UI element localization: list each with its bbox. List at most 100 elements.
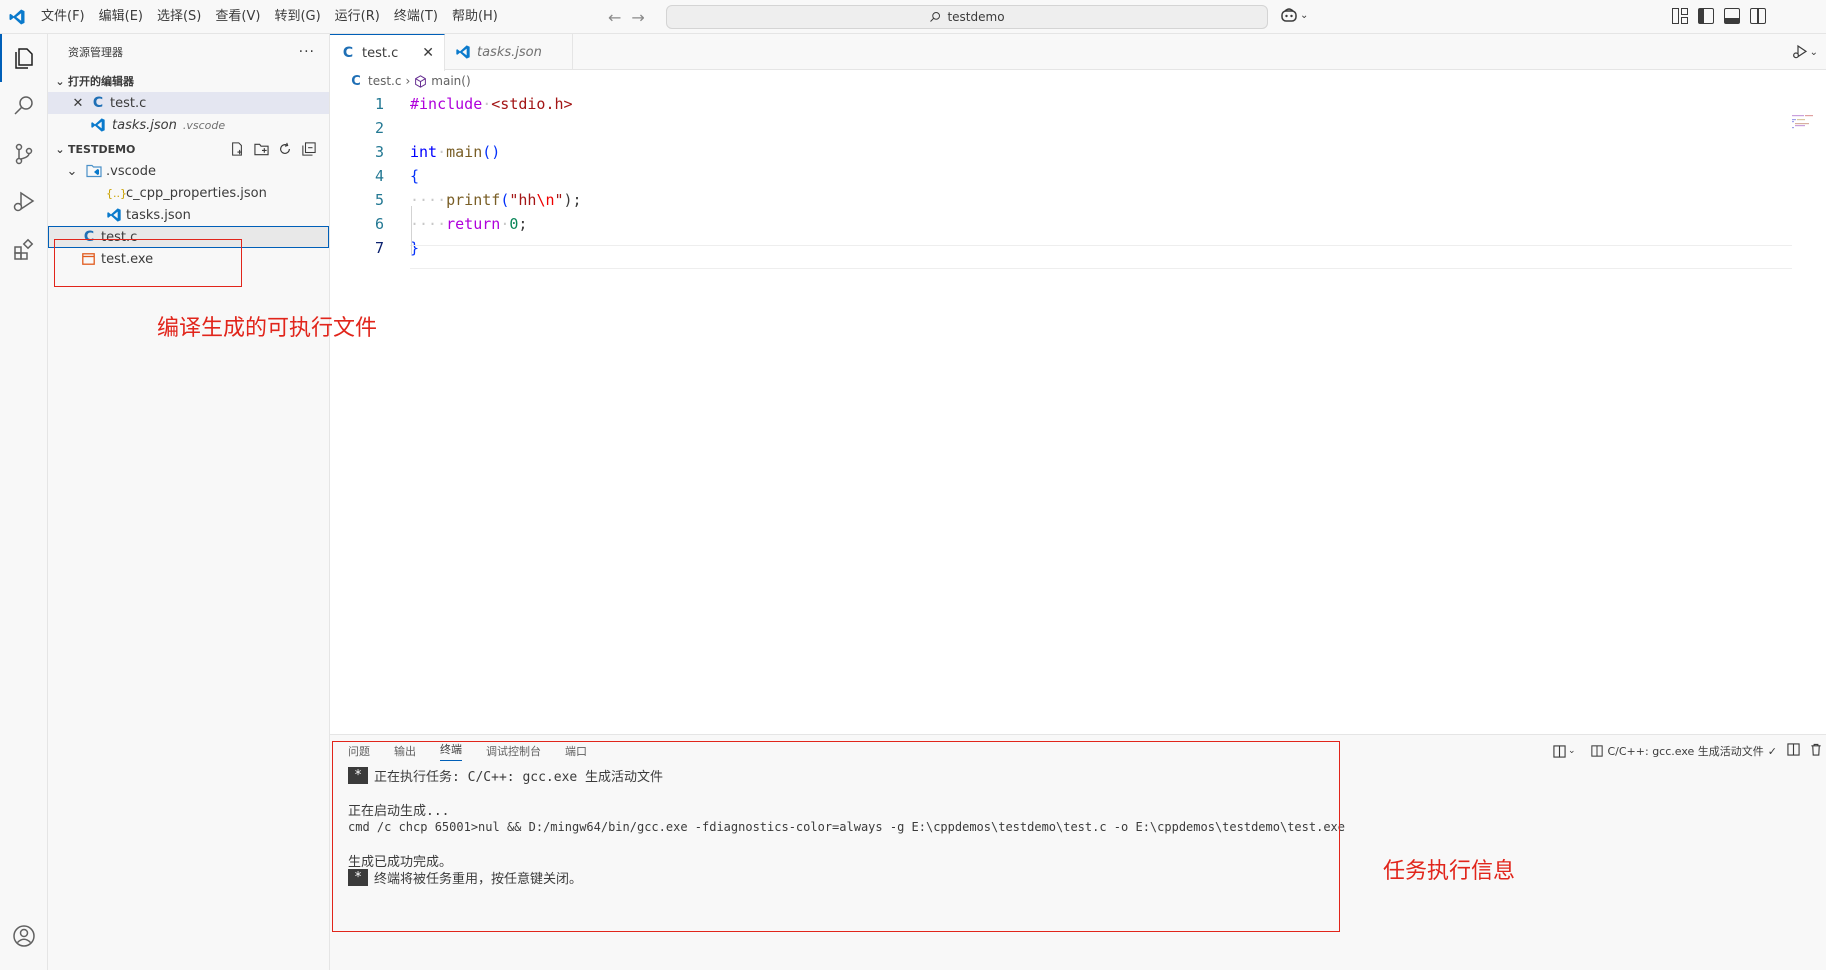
open-editor-name: test.c <box>110 95 147 111</box>
trash-icon[interactable] <box>1810 743 1822 759</box>
breadcrumb: C test.c › main() <box>330 70 1826 92</box>
code-line: 1 #include · <stdio.h> <box>330 92 1826 116</box>
c-file-icon: C <box>92 95 104 111</box>
new-file-icon[interactable] <box>229 141 245 157</box>
menu-selection[interactable]: 选择(S) <box>150 0 208 34</box>
menu-help[interactable]: 帮助(H) <box>445 0 505 34</box>
file-row[interactable]: tasks.json <box>48 204 329 226</box>
menu-terminal[interactable]: 终端(T) <box>387 0 445 34</box>
c-file-icon: C <box>342 45 354 61</box>
code-editor[interactable]: 1 #include · <stdio.h> 2 3 int · main() 4 { … <box>330 92 1826 269</box>
back-arrow-icon[interactable]: ← <box>608 8 621 27</box>
folder-row[interactable]: ⌄ .vscode <box>48 160 329 182</box>
code-line: 2 <box>330 116 1826 140</box>
code-token: ; <box>518 215 528 233</box>
editor-tabs: C test.c ✕ tasks.json ⌄ <box>330 34 1826 71</box>
open-editors-header[interactable]: ⌄ 打开的编辑器 <box>48 70 329 92</box>
open-editor-item[interactable]: tasks.json .vscode <box>48 114 329 136</box>
project-header[interactable]: ⌄ TESTDEMO <box>48 138 329 160</box>
tab-test-c[interactable]: C test.c ✕ <box>330 34 445 71</box>
tab-tasks-json[interactable]: tasks.json <box>445 34 573 70</box>
source-control-icon[interactable] <box>0 130 48 178</box>
tab-label: tasks.json <box>476 44 542 60</box>
code-token: { <box>410 167 420 185</box>
toggle-secondary-sidebar-icon[interactable] <box>1750 8 1766 24</box>
close-icon[interactable]: ✕ <box>422 45 434 61</box>
split-terminal-icon[interactable]: ⌄ <box>1553 744 1575 758</box>
breadcrumb-file[interactable]: test.c <box>368 74 401 88</box>
terminal-task-entry[interactable]: C/C++: gcc.exe 生成活动文件 ✓ <box>1591 743 1777 759</box>
menu-edit[interactable]: 编辑(E) <box>92 0 150 34</box>
line-number: 1 <box>374 95 384 113</box>
file-name: c_cpp_properties.json <box>126 185 267 201</box>
explorer-sidebar: 资源管理器 ··· ⌄ 打开的编辑器 ✕ C test.c tasks.json… <box>48 34 330 970</box>
line-number: 5 <box>374 191 384 209</box>
editor-actions: ⌄ <box>1792 44 1818 60</box>
annotation-label-terminal: 任务执行信息 <box>1383 859 1516 884</box>
code-line: 3 int · main() <box>330 140 1826 164</box>
run-debug-icon[interactable] <box>0 178 48 226</box>
file-row[interactable]: {..} c_cpp_properties.json <box>48 182 329 204</box>
menu-run[interactable]: 运行(R) <box>328 0 387 34</box>
file-name: tasks.json <box>126 207 191 223</box>
customize-layout-icon[interactable] <box>1672 8 1688 24</box>
breadcrumb-symbol[interactable]: main() <box>431 74 470 88</box>
chevron-down-icon[interactable]: ⌄ <box>1810 47 1818 58</box>
minimap[interactable] <box>1792 114 1818 134</box>
code-token: printf <box>446 191 501 209</box>
line-number: 7 <box>374 239 384 257</box>
toggle-primary-sidebar-icon[interactable] <box>1698 8 1714 24</box>
forward-arrow-icon[interactable]: → <box>631 8 644 27</box>
code-token: <stdio.h> <box>491 95 573 113</box>
code-token: main <box>446 143 483 161</box>
new-folder-icon[interactable] <box>253 141 269 157</box>
menu-go[interactable]: 转到(G) <box>267 0 327 34</box>
open-editor-item[interactable]: ✕ C test.c <box>48 92 329 114</box>
panel-actions: ⌄ C/C++: gcc.exe 生成活动文件 ✓ <box>1553 743 1826 759</box>
copilot-button[interactable]: ⌄ <box>1280 7 1308 23</box>
account-icon[interactable] <box>0 912 48 960</box>
command-center-label: testdemo <box>947 10 1005 24</box>
explorer-icon[interactable] <box>0 34 48 82</box>
code-token: () <box>482 143 501 161</box>
vscode-json-icon <box>91 118 105 132</box>
vscode-json-icon <box>107 208 121 222</box>
code-token: int <box>410 143 438 161</box>
more-actions-icon[interactable]: ··· <box>299 44 315 60</box>
collapse-all-icon[interactable] <box>301 141 317 157</box>
search-icon[interactable] <box>0 82 48 130</box>
activity-bar <box>0 34 48 970</box>
menu-file[interactable]: 文件(F) <box>34 0 92 34</box>
refresh-icon[interactable] <box>277 141 293 157</box>
menu-bar: 文件(F) 编辑(E) 选择(S) 查看(V) 转到(G) 运行(R) 终端(T… <box>34 0 505 34</box>
close-icon[interactable]: ✕ <box>70 96 86 111</box>
title-bar: 文件(F) 编辑(E) 选择(S) 查看(V) 转到(G) 运行(R) 终端(T… <box>0 0 1826 34</box>
sidebar-title: 资源管理器 <box>68 46 123 59</box>
function-symbol-icon <box>415 74 427 88</box>
chevron-down-icon: ⌄ <box>55 142 65 156</box>
chevron-down-icon: ⌄ <box>66 163 78 179</box>
c-file-icon: C <box>351 73 361 89</box>
menu-view[interactable]: 查看(V) <box>208 0 267 34</box>
code-token: return <box>446 215 501 233</box>
editor-group: C test.c ✕ tasks.json ⌄ C test.c › main(… <box>330 34 1826 734</box>
current-line-highlight <box>410 245 1792 269</box>
check-icon: ✓ <box>1767 744 1777 758</box>
line-number: 3 <box>374 143 384 161</box>
extensions-icon[interactable] <box>0 226 48 274</box>
toggle-panel-icon[interactable] <box>1724 8 1740 24</box>
search-icon <box>930 12 941 22</box>
code-token: #include <box>410 95 483 113</box>
layout-controls <box>1672 8 1766 24</box>
indent-guide <box>411 206 412 254</box>
vscode-folder-icon <box>86 164 102 178</box>
annotation-label-exe: 编译生成的可执行文件 <box>157 316 378 341</box>
sidebar-header: 资源管理器 ··· <box>48 34 329 70</box>
tab-label: test.c <box>362 45 399 61</box>
annotation-box-exe <box>54 239 242 287</box>
split-editor-icon[interactable] <box>1787 743 1800 759</box>
run-debug-icon[interactable] <box>1792 44 1808 60</box>
annotation-box-terminal <box>332 741 1340 932</box>
command-center[interactable]: testdemo <box>666 5 1268 29</box>
chevron-down-icon: ⌄ <box>1300 9 1309 21</box>
